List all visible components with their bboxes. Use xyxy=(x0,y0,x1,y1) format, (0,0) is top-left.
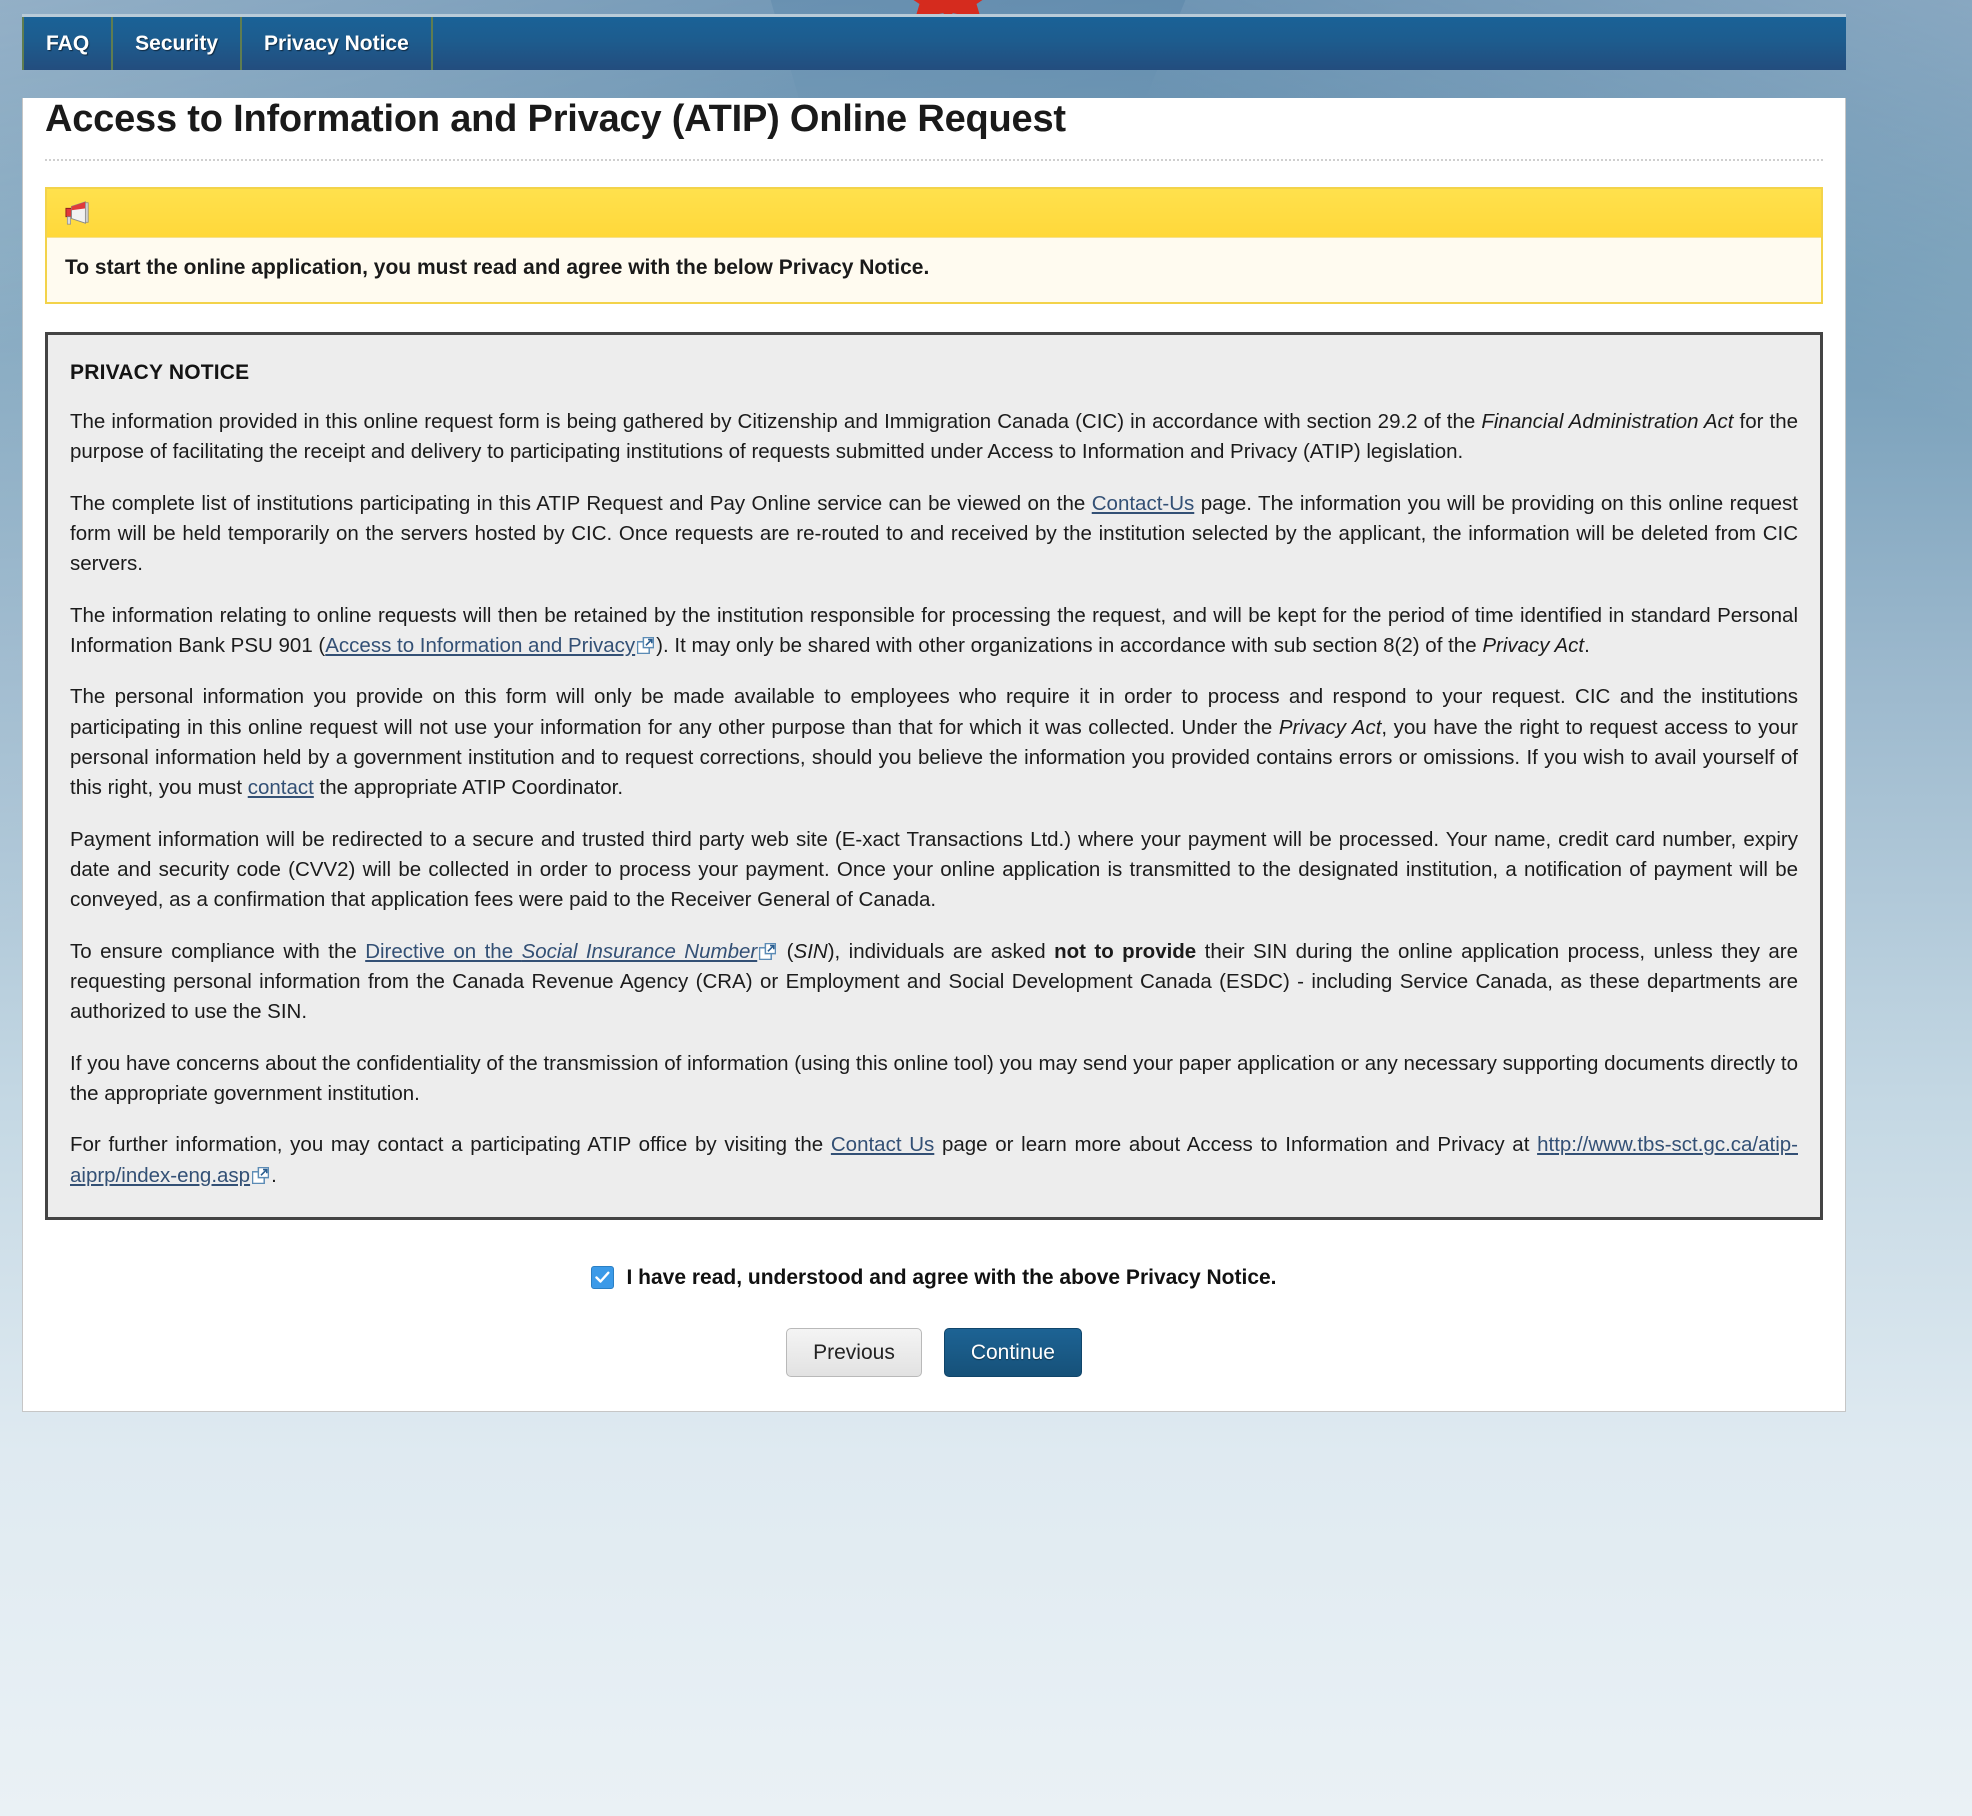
notice-p6-text-c: ), individuals are asked xyxy=(827,939,1055,963)
continue-button[interactable]: Continue xyxy=(943,1327,1082,1377)
nav-tab-faq[interactable]: FAQ xyxy=(22,17,114,70)
directive-on-the-social-insurance-number-link[interactable]: Directive on the Social Insurance Number xyxy=(365,940,757,963)
notice-p6-link-italic: Social Insurance Number xyxy=(521,939,758,963)
nav-tab-security[interactable]: Security xyxy=(113,17,243,70)
notice-paragraph-4: The personal information you provide on … xyxy=(70,682,1798,803)
previous-button[interactable]: Previous xyxy=(786,1327,922,1377)
nav-tab-privacy-notice[interactable]: Privacy Notice xyxy=(242,17,433,70)
checkmark-icon xyxy=(595,1271,610,1284)
nav-tab-privacy-notice-label: Privacy Notice xyxy=(264,31,409,55)
contact-us-page-link[interactable]: Contact Us xyxy=(831,1133,934,1156)
contact-link[interactable]: contact xyxy=(248,776,314,799)
main-content-card: Access to Information and Privacy (ATIP)… xyxy=(22,98,1846,1412)
agreement-checkbox[interactable] xyxy=(591,1266,615,1290)
agreement-label[interactable]: I have read, understood and agree with t… xyxy=(626,1266,1276,1290)
alert-banner-header xyxy=(47,189,1821,238)
title-divider xyxy=(45,159,1823,161)
external-link-icon xyxy=(252,1166,270,1184)
page-shell: FAQ Security Privacy Notice Access to In… xyxy=(22,14,1846,1412)
notice-p6-bold-not-to-provide: not to provide xyxy=(1054,939,1197,963)
notice-p8-text-c: . xyxy=(271,1163,277,1187)
privacy-notice-heading: PRIVACY NOTICE xyxy=(70,361,250,384)
notice-paragraph-1: The information provided in this online … xyxy=(70,407,1798,468)
notice-paragraph-7: If you have concerns about the confident… xyxy=(70,1051,1798,1105)
notice-p8-text-a: For further information, you may contact… xyxy=(70,1133,831,1157)
external-link-icon xyxy=(759,942,777,960)
notice-p4-text-c: the appropriate ATIP Coordinator. xyxy=(313,776,624,800)
megaphone-icon xyxy=(65,201,89,225)
top-navigation-bar: FAQ Security Privacy Notice xyxy=(22,14,1846,70)
page-title: Access to Information and Privacy (ATIP)… xyxy=(45,98,1066,140)
notice-paragraph-6: To ensure compliance with the Directive … xyxy=(70,937,1798,1028)
form-button-row: Previous Continue xyxy=(23,1327,1845,1377)
notice-p1-text-a: The information provided in this online … xyxy=(70,410,1482,433)
nav-tab-faq-label: FAQ xyxy=(46,31,90,55)
notice-p3-text-c: . xyxy=(1584,633,1590,657)
external-link-icon xyxy=(637,636,655,654)
agreement-row: I have read, understood and agree with t… xyxy=(23,1266,1845,1290)
notice-paragraph-2: The complete list of institutions partic… xyxy=(70,489,1798,580)
privacy-notice-box: PRIVACY NOTICE The information provided … xyxy=(45,332,1823,1220)
notice-p4-italic-privacy-act: Privacy Act xyxy=(1278,715,1382,739)
alert-message: To start the online application, you mus… xyxy=(65,256,930,279)
alert-banner: To start the online application, you mus… xyxy=(45,187,1823,304)
nav-tab-security-label: Security xyxy=(135,31,219,55)
notice-p6-italic-sin: SIN xyxy=(793,939,828,963)
notice-p6-link-plain: Directive on the xyxy=(365,939,522,963)
notice-paragraph-3: The information relating to online reque… xyxy=(70,601,1798,662)
nav-filler xyxy=(433,17,1846,70)
notice-p2-text-a: The complete list of institutions partic… xyxy=(70,491,1092,515)
notice-p6-text-a: To ensure compliance with the xyxy=(70,939,366,963)
notice-paragraph-8: For further information, you may contact… xyxy=(70,1130,1798,1191)
access-to-information-and-privacy-link[interactable]: Access to Information and Privacy xyxy=(325,634,635,657)
notice-p3-italic-privacy-act: Privacy Act xyxy=(1482,633,1585,657)
notice-p3-text-b: ). It may only be shared with other orga… xyxy=(656,633,1483,657)
notice-p8-text-b: page or learn more about Access to Infor… xyxy=(934,1133,1538,1157)
notice-p1-italic-act: Financial Administration Act xyxy=(1481,410,1734,433)
notice-p6-text-b: ( xyxy=(778,939,794,963)
contact-us-link[interactable]: Contact-Us xyxy=(1092,492,1195,515)
notice-paragraph-5: Payment information will be redirected t… xyxy=(70,827,1798,912)
